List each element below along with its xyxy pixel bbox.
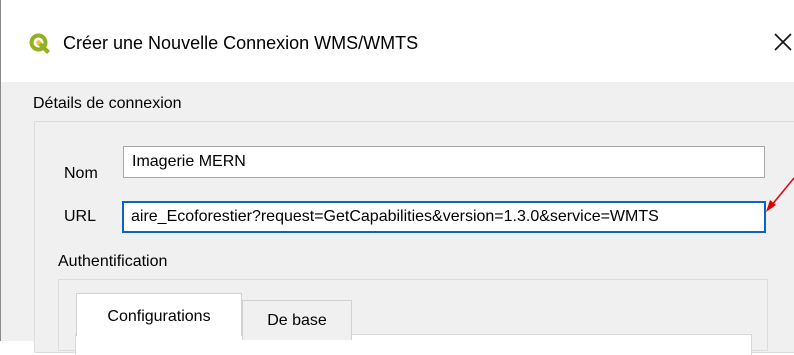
tab-de-base[interactable]: De base <box>242 300 352 340</box>
authentication-title: Authentification <box>58 253 168 270</box>
url-input[interactable]: aire_Ecoforestier?request=GetCapabilitie… <box>122 201 766 233</box>
name-input-value: Imagerie MERN <box>132 153 246 170</box>
authentication-tab-content <box>75 334 752 355</box>
tab-de-base-label: De base <box>267 312 327 329</box>
name-label: Nom <box>64 165 98 182</box>
window-title: Créer une Nouvelle Connexion WMS/WMTS <box>63 33 419 53</box>
tab-configurations-label: Configurations <box>107 308 211 325</box>
title-bar: Créer une Nouvelle Connexion WMS/WMTS <box>1 0 794 82</box>
connection-details-title: Détails de connexion <box>33 95 182 112</box>
name-input[interactable]: Imagerie MERN <box>123 146 765 178</box>
tab-configurations[interactable]: Configurations <box>76 293 242 336</box>
url-input-value: aire_Ecoforestier?request=GetCapabilitie… <box>131 208 659 225</box>
close-icon[interactable] <box>771 30 794 54</box>
qgis-logo-icon <box>29 33 50 54</box>
url-label: URL <box>64 208 97 225</box>
new-wms-connection-dialog: Créer une Nouvelle Connexion WMS/WMTS Dé… <box>0 0 794 355</box>
